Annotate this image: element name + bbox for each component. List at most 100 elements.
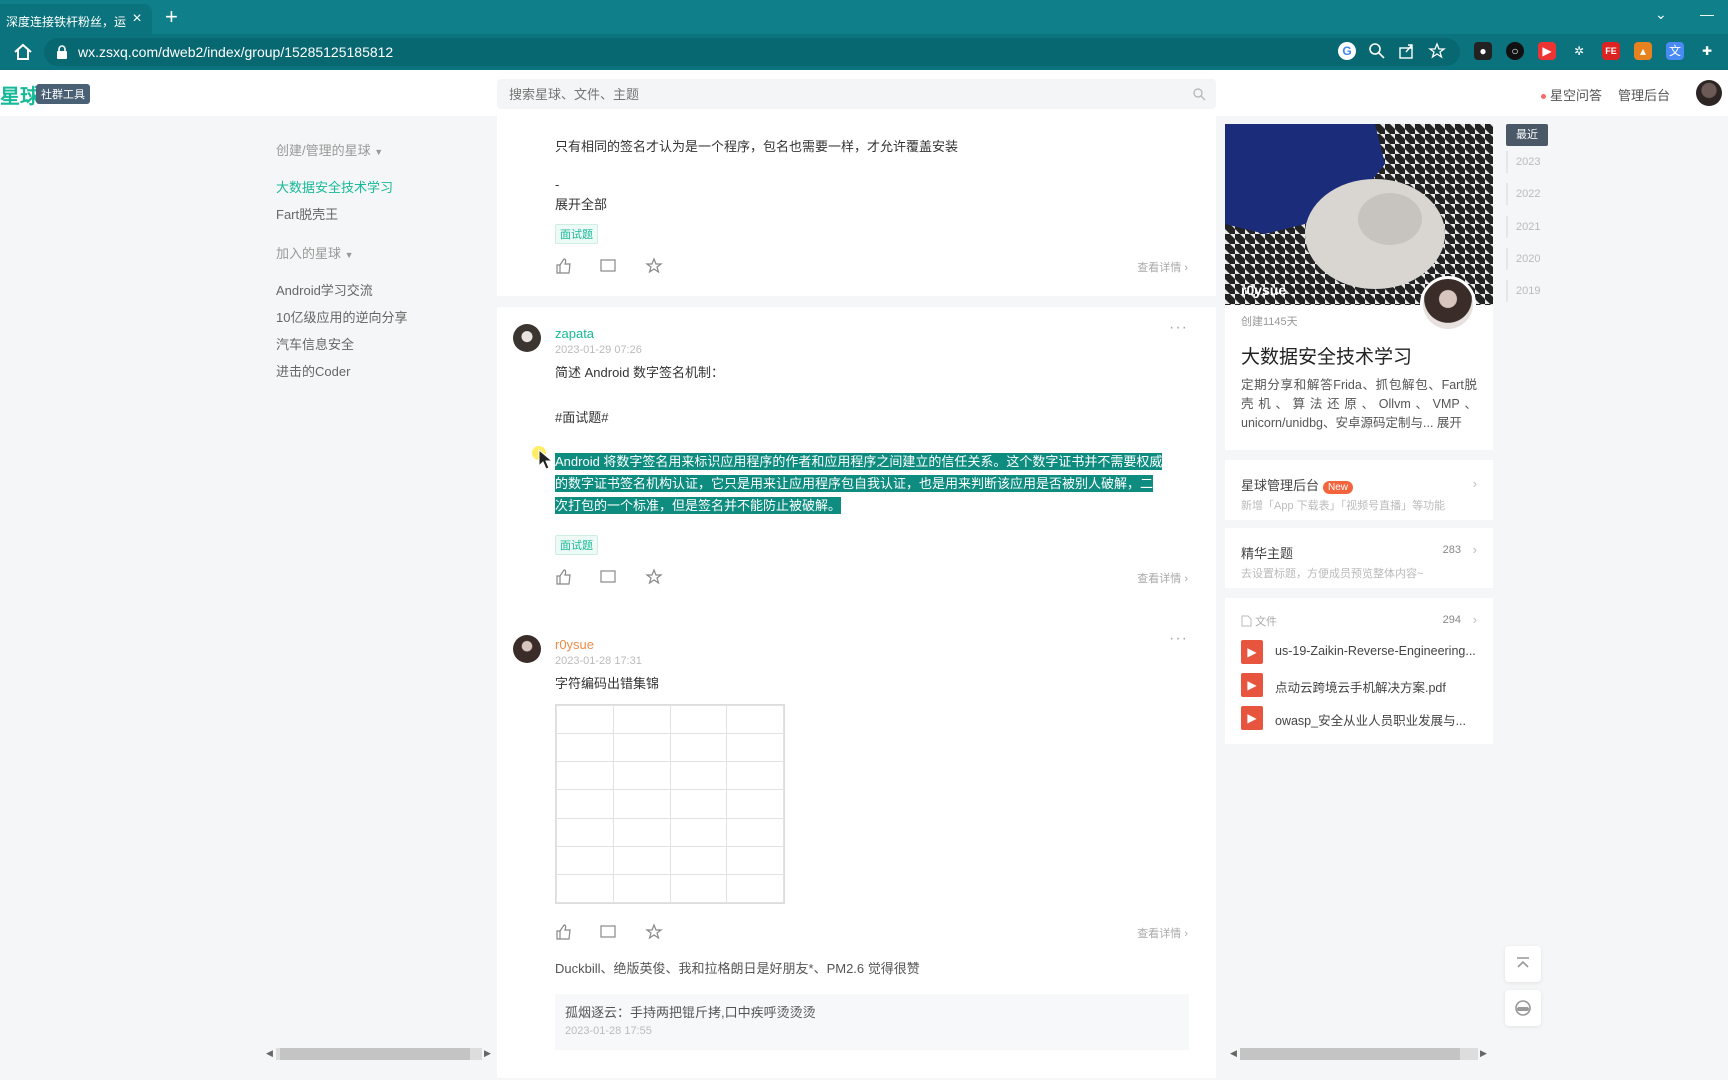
- search-icon[interactable]: [1192, 87, 1206, 101]
- essence-count: 283: [1442, 544, 1461, 556]
- search-input[interactable]: [497, 79, 1177, 109]
- view-detail-link[interactable]: 查看详情 ›: [1137, 570, 1188, 586]
- extension-video-icon[interactable]: ▶: [1538, 42, 1556, 60]
- browser-tab[interactable]: 深度连接铁杆粉丝，运 ×: [0, 4, 152, 34]
- author-name[interactable]: zapata: [555, 326, 594, 341]
- extension-fe-icon[interactable]: FE: [1602, 42, 1620, 60]
- scroll-thumb[interactable]: [1240, 1048, 1460, 1060]
- new-tab-button[interactable]: +: [165, 4, 178, 30]
- more-options-icon[interactable]: ···: [1169, 630, 1188, 648]
- extension-gear-icon[interactable]: ✲: [1570, 42, 1588, 60]
- essence-row[interactable]: 精华主题 283 › 去设置标题，方便成员预览整体内容~: [1225, 528, 1493, 588]
- nav-item-fart[interactable]: Fart脱壳王: [276, 204, 476, 231]
- chevron-right-icon: ›: [1472, 612, 1477, 627]
- comment-box[interactable]: 孤烟逐云：手持两把锟斤拷,口中疾呼烫烫烫 2023-01-28 17:55: [555, 994, 1189, 1050]
- post-text: 简述 Android 数字签名机制：: [555, 365, 725, 380]
- admin-link[interactable]: 管理后台: [1618, 85, 1670, 104]
- like-icon[interactable]: [555, 257, 573, 275]
- star-icon[interactable]: [645, 568, 663, 586]
- author-avatar[interactable]: [513, 324, 541, 352]
- site-logo[interactable]: 星球: [0, 80, 40, 109]
- tag[interactable]: 面试题: [555, 535, 598, 555]
- year-2020[interactable]: 2020: [1506, 248, 1548, 270]
- nav-item-car-security[interactable]: 汽车信息安全: [276, 334, 476, 361]
- comment-icon[interactable]: [599, 923, 617, 941]
- window-minimize-icon[interactable]: —: [1700, 6, 1714, 22]
- right-scrollbar[interactable]: ◀ ▶: [1228, 1044, 1490, 1062]
- expand-all-link[interactable]: 展开全部: [555, 194, 607, 216]
- scroll-left-icon[interactable]: ◀: [266, 1048, 273, 1059]
- highlight-line: Android 将数字签名用来标识应用程序的作者和应用程序之间建立的信任关系。这…: [555, 453, 1163, 470]
- extension-translate-icon[interactable]: 文: [1666, 42, 1684, 60]
- scroll-thumb[interactable]: [280, 1048, 470, 1060]
- file-name: owasp_安全从业人员职业发展与...: [1275, 714, 1467, 728]
- file-name: 点动云跨境云手机解决方案.pdf: [1275, 681, 1446, 695]
- chevron-right-icon: ›: [1472, 476, 1477, 491]
- scroll-right-icon[interactable]: ▶: [1480, 1048, 1487, 1059]
- scroll-right-icon[interactable]: ▶: [484, 1048, 491, 1059]
- user-avatar[interactable]: [1696, 80, 1722, 106]
- more-options-icon[interactable]: ···: [1169, 319, 1188, 337]
- year-latest[interactable]: 最近: [1506, 124, 1548, 146]
- group-info-card: r0ysue 创建1145天 大数据安全技术学习 定期分享和解答Frida、抓包…: [1225, 124, 1493, 450]
- star-icon[interactable]: [645, 257, 663, 275]
- mouse-cursor-icon: [538, 449, 554, 470]
- community-tools-badge[interactable]: 社群工具: [36, 84, 90, 104]
- tag[interactable]: 面试题: [555, 224, 598, 244]
- nav-item-reverse[interactable]: 10亿级应用的逆向分享: [276, 307, 476, 334]
- admin-panel-title: 星球管理后台 New: [1241, 475, 1354, 494]
- comment-icon[interactable]: [599, 257, 617, 275]
- browser-tabbar: 深度连接铁杆粉丝，运 × + ⌄ —: [0, 0, 1728, 34]
- post-title: 字符编码出错集锦: [555, 676, 660, 691]
- bookmark-star-icon[interactable]: [1428, 42, 1446, 60]
- qa-link-label: 星空问答: [1550, 88, 1603, 103]
- arrow-up-icon: [1517, 957, 1529, 968]
- nav-item-android[interactable]: Android学习交流: [276, 280, 476, 307]
- view-detail-link[interactable]: 查看详情 ›: [1137, 259, 1188, 275]
- extension-fox-icon[interactable]: ▴: [1634, 42, 1652, 60]
- google-icon[interactable]: G: [1338, 42, 1356, 60]
- post-image[interactable]: [555, 704, 785, 904]
- author-avatar[interactable]: [513, 635, 541, 663]
- nav-item-coder[interactable]: 进击的Coder: [276, 361, 476, 388]
- nav-group-joined[interactable]: 加入的星球 ▼: [276, 243, 476, 262]
- nav-item-bigdata-security[interactable]: 大数据安全技术学习: [276, 177, 476, 204]
- left-scrollbar[interactable]: ◀ ▶: [264, 1044, 494, 1062]
- comment-icon[interactable]: [599, 568, 617, 586]
- zoom-icon[interactable]: [1368, 42, 1386, 60]
- back-to-top-button[interactable]: [1505, 946, 1541, 982]
- essence-subtitle: 去设置标题，方便成员预览整体内容~: [1241, 568, 1424, 580]
- lock-icon[interactable]: [56, 45, 68, 59]
- view-detail-link[interactable]: 查看详情 ›: [1137, 925, 1188, 941]
- like-icon[interactable]: [555, 923, 573, 941]
- expand-description-link[interactable]: 展开: [1437, 416, 1462, 430]
- like-icon[interactable]: [555, 568, 573, 586]
- extension-owl-icon[interactable]: ●: [1474, 42, 1492, 60]
- year-2021[interactable]: 2021: [1506, 216, 1548, 238]
- extensions-puzzle-icon[interactable]: ✚: [1698, 42, 1716, 60]
- star-icon[interactable]: [645, 923, 663, 941]
- url-bar[interactable]: wx.zsxq.com/dweb2/index/group/1528512518…: [44, 38, 1460, 66]
- year-2023[interactable]: 2023: [1506, 151, 1548, 173]
- extension-circle-icon[interactable]: ○: [1506, 42, 1524, 60]
- tab-list-icon[interactable]: ⌄: [1655, 6, 1667, 23]
- post-hashtag[interactable]: #面试题#: [555, 407, 608, 429]
- files-header[interactable]: 文件: [1241, 613, 1277, 629]
- owner-avatar[interactable]: [1420, 276, 1476, 332]
- left-nav: 创建/管理的星球 ▼ 大数据安全技术学习 Fart脱壳王 加入的星球 ▼ And…: [276, 140, 476, 388]
- nav-group-joined-label: 加入的星球: [276, 246, 342, 261]
- scroll-left-icon[interactable]: ◀: [1230, 1048, 1237, 1059]
- home-icon[interactable]: [12, 41, 34, 63]
- share-icon[interactable]: [1398, 42, 1416, 60]
- customer-service-button[interactable]: [1505, 990, 1541, 1026]
- admin-panel-subtitle: 新增「App 下载表」「视频号直播」等功能: [1241, 500, 1446, 512]
- tab-close-icon[interactable]: ×: [128, 10, 146, 28]
- year-2022[interactable]: 2022: [1506, 183, 1548, 205]
- nav-group-created[interactable]: 创建/管理的星球 ▼: [276, 140, 476, 159]
- owner-name[interactable]: r0ysue: [1241, 282, 1286, 298]
- url-text[interactable]: wx.zsxq.com/dweb2/index/group/1528512518…: [78, 44, 393, 60]
- author-name[interactable]: r0ysue: [555, 637, 594, 652]
- year-2019[interactable]: 2019: [1506, 280, 1548, 302]
- qa-link[interactable]: 星空问答: [1541, 85, 1602, 104]
- admin-panel-row[interactable]: 星球管理后台 New 新增「App 下载表」「视频号直播」等功能 ›: [1225, 460, 1493, 520]
